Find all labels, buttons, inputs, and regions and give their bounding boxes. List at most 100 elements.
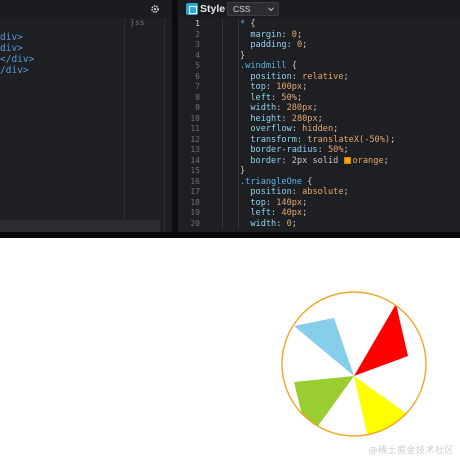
code-token: top (240, 82, 266, 92)
code-token: : (271, 92, 282, 103)
html-code-line: div> (0, 32, 23, 43)
code-token: { (250, 19, 256, 29)
code-line: top: 100px; (240, 82, 307, 93)
pane-title: Style (200, 3, 226, 15)
code-line: transform: translateX(-50%); (240, 135, 395, 146)
color-swatch-icon[interactable] (343, 156, 351, 164)
green-blade (294, 376, 354, 436)
code-line: position: relative; (240, 71, 348, 83)
line-number: 2 (195, 29, 200, 39)
code-line: .triangleOne { (240, 177, 312, 188)
line-number: 19 (190, 208, 200, 217)
line-number: 4 (195, 50, 200, 60)
code-token: ; (333, 124, 339, 134)
code-token: : (291, 71, 303, 82)
code-token: ; (343, 187, 349, 197)
line-number: 8 (195, 92, 200, 102)
css-code-area[interactable]: 1 2 3 4 5 6 7 8 9 10 11 12 13 14 15 16 17 18 19 20 * { margi… (178, 19, 460, 232)
code-line: } (240, 166, 245, 177)
result-preview: @稀土掘金技术社区 (0, 238, 460, 460)
line-number: 5 (195, 61, 200, 70)
code-token: : (265, 82, 277, 92)
code-line: * { (240, 19, 256, 30)
html-pane-toolbar (0, 0, 172, 18)
code-token: absolute (302, 187, 344, 197)
code-token: : (281, 29, 292, 40)
watermark: @稀土掘金技术社区 (368, 446, 454, 456)
code-token: overflow (240, 124, 292, 134)
html-code-fragment: }ss (130, 18, 145, 27)
line-number: 12 (190, 134, 200, 144)
html-code-line: div> (0, 43, 23, 54)
style-icon (186, 3, 198, 15)
code-token: margin (240, 29, 282, 40)
code-token: 280px (291, 113, 318, 124)
code-token: .windmill (240, 61, 292, 71)
line-number: 11 (190, 124, 200, 133)
code-token: : (317, 145, 328, 155)
code-token: ; (302, 40, 308, 50)
code-token: ; (296, 92, 303, 103)
code-token: : (291, 124, 303, 134)
code-line: left: 50%; (240, 93, 302, 104)
html-code-line: /div> (0, 65, 29, 76)
code-token: 140px (276, 197, 303, 208)
code-token: 40px (281, 208, 303, 218)
code-token: 50% (281, 92, 297, 103)
indent-guide (222, 19, 223, 229)
code-line: position: absolute; (240, 187, 349, 198)
line-number: 18 (190, 197, 200, 207)
code-token: ; (302, 197, 308, 208)
line-number: 6 (195, 71, 200, 81)
horizontal-scrollbar[interactable] (0, 220, 160, 232)
code-token: ; (317, 113, 323, 124)
language-select[interactable]: CSS (227, 2, 279, 16)
indent-guide (164, 18, 165, 232)
code-token: left (240, 92, 272, 103)
code-token: : (276, 218, 287, 229)
code-token: ; (291, 218, 297, 229)
gear-icon[interactable] (150, 4, 160, 14)
code-token: ; (312, 103, 318, 113)
code-token: relative (302, 71, 344, 82)
code-token: : (276, 103, 287, 113)
code-token: 280px (286, 103, 313, 113)
indent-guide (238, 19, 239, 229)
css-pane-header: Style CSS (178, 0, 460, 18)
line-number: 15 (190, 166, 200, 175)
line-number: 1 (195, 19, 200, 28)
code-token: transform (240, 134, 297, 145)
html-code-area[interactable] (0, 18, 172, 232)
code-token: ; (383, 155, 389, 166)
code-line: border-radius: 50%; (240, 145, 348, 156)
code-line: width: 0; (240, 219, 297, 230)
chevron-down-icon (268, 7, 274, 12)
code-token: border (240, 155, 282, 166)
code-token: : (296, 134, 308, 145)
code-token: : (286, 40, 297, 50)
line-number: 10 (190, 113, 200, 123)
line-number: 13 (190, 145, 200, 154)
code-token: { (291, 61, 297, 71)
code-token: * (240, 19, 251, 29)
code-line: height: 280px; (240, 113, 323, 125)
code-token: 100px (276, 82, 303, 92)
code-token: width (240, 103, 277, 113)
code-token: } (240, 166, 246, 176)
line-number: 14 (190, 155, 200, 165)
windmill (281, 291, 427, 437)
code-token: height (240, 113, 282, 124)
language-select-value: CSS (233, 4, 251, 14)
code-token: { (307, 176, 313, 187)
html-pane[interactable]: }ss div> div> </div> /div> (0, 0, 172, 232)
code-token: left (240, 208, 272, 218)
code-token: } (240, 50, 246, 61)
css-pane[interactable]: Style CSS 1 2 3 4 5 6 7 8 9 10 11 12 13 14 15 16 17 18 19 2… (178, 0, 460, 232)
indent-guide (124, 18, 125, 232)
code-token: : (291, 187, 303, 197)
code-token: 50% (327, 145, 344, 155)
code-token: .triangleOne (240, 176, 308, 187)
code-token: padding (240, 40, 287, 50)
line-number: 7 (195, 82, 200, 91)
code-token: border-radius (240, 145, 318, 155)
